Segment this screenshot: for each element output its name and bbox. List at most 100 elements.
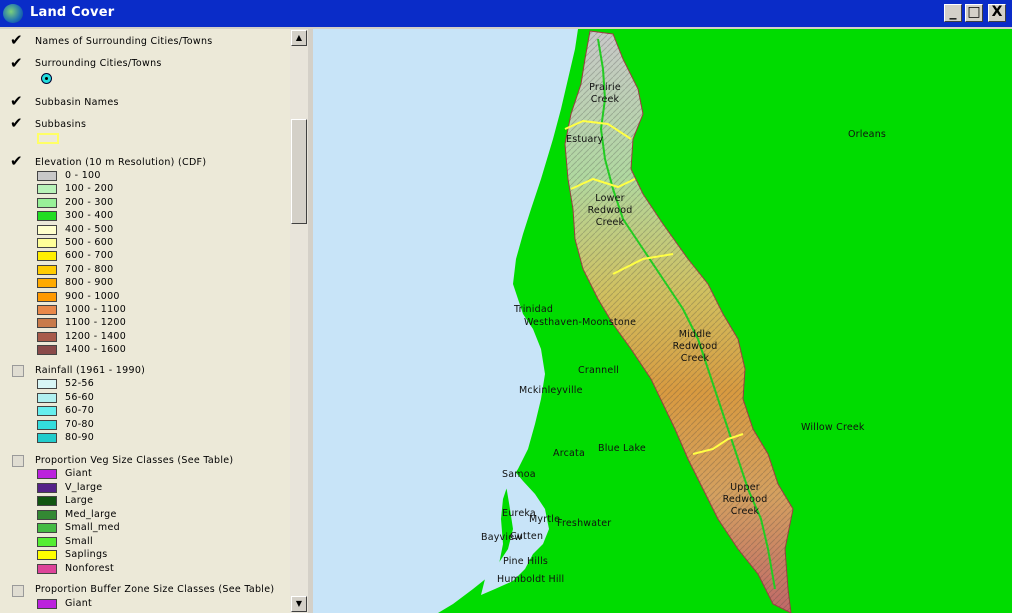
legend-label: 800 - 900 [65,277,114,289]
legend-swatch [37,264,57,275]
legend-swatch [37,318,57,329]
legend-label: 600 - 700 [65,250,114,262]
scroll-up-icon[interactable]: ▲ [291,30,307,46]
legend-swatch [37,251,57,262]
legend-label: V_large [65,481,103,493]
legend-swatch [37,331,57,342]
legend-swatch [37,291,57,302]
legend-swatch [37,392,57,403]
town-label-arcata: Arcata [553,448,585,459]
legend-swatch [37,197,57,208]
town-label-freshwater: Freshwater [557,518,612,529]
layer-label-rainfall: Rainfall (1961 - 1990) [35,365,146,376]
legend-swatch [37,305,57,315]
map-canvas [313,29,794,613]
legend-label: Nonforest [65,562,115,574]
legend-swatch [37,482,57,493]
town-label-bayview: Bayview [481,532,523,543]
town-label-myrtle: Myrtle [529,514,561,525]
legend-swatch [37,171,57,181]
legend-swatch [37,433,57,443]
town-label-crannell: Crannell [578,365,620,376]
subbasin-label-lower: Lower Redwood Creek [587,193,633,228]
legend-label: 80-90 [65,432,95,443]
legend-swatch [37,509,57,520]
legend-label: 700 - 800 [65,263,114,275]
town-symbol-icon [41,73,52,84]
legend-label: Small [65,535,93,547]
subbasin-label-middle: Middle Redwood Creek [672,329,718,364]
town-label-humboldt-hill: Humboldt Hill [497,574,565,585]
town-label-trinidad: Trinidad [514,304,554,315]
legend-swatch [37,278,57,289]
layer-checkbox-subbasin-names[interactable]: ✔ [10,94,24,109]
legend-label: 1100 - 1200 [65,317,127,329]
close-button[interactable]: X [988,4,1006,22]
layer-checkbox-subbasins[interactable]: ✔ [10,116,24,131]
legend-swatch [37,345,57,356]
legend-label: Small_med [65,522,120,533]
legend-label: 60-70 [65,405,95,416]
minimize-button[interactable]: _ [944,4,962,22]
legend-label: 100 - 200 [65,183,114,195]
legend-swatch [37,599,57,609]
town-label-blue-lake: Blue Lake [598,443,646,454]
legend-swatch [37,406,57,416]
legend-label: 1400 - 1600 [65,344,127,356]
toc-scrollbar[interactable]: ▲ ▼ [290,29,308,613]
layer-checkbox-buffer[interactable] [12,585,24,597]
legend-swatch [37,496,57,506]
layer-label-subbasins: Subbasins [35,119,87,130]
town-label-mckinleyville: Mckinleyville [519,385,583,396]
legend-label: 0 - 100 [65,170,101,181]
legend-label: 52-56 [65,378,95,389]
subbasin-symbol [37,133,59,144]
legend-label: 200 - 300 [65,196,114,208]
scroll-thumb[interactable] [291,119,307,224]
window-title: Land Cover [30,5,115,20]
layer-checkbox-veg[interactable] [12,455,24,467]
legend-label: Saplings [65,549,108,560]
layer-label-names-cities: Names of Surrounding Cities/Towns [35,36,213,47]
legend-swatch [37,469,57,479]
town-label-willow-creek: Willow Creek [801,422,865,433]
legend-swatch [37,238,57,248]
legend-swatch [37,550,57,560]
subbasin-label-prairie: Prairie Creek [589,82,621,105]
legend-swatch [37,379,57,389]
legend-label: 1200 - 1400 [65,330,127,342]
layer-checkbox-names-cities[interactable]: ✔ [10,33,24,48]
maximize-button[interactable]: □ [965,4,983,22]
scroll-down-icon[interactable]: ▼ [291,596,307,612]
layer-label-veg: Proportion Veg Size Classes (See Table) [35,455,234,466]
town-label-westhaven: Westhaven-Moonstone [524,317,637,328]
map-view[interactable]: Prairie Creek Estuary Lower Redwood Creek M… [313,29,1012,613]
legend-swatch [37,184,57,195]
layer-label-elevation: Elevation (10 m Resolution) (CDF) [35,157,207,168]
town-label-samoa: Samoa [502,469,536,480]
legend-swatch [37,211,57,222]
layer-label-cities: Surrounding Cities/Towns [35,58,162,69]
layer-label-buffer: Proportion Buffer Zone Size Classes (See… [35,584,275,595]
title-bar: Land Cover _ □ X [0,0,1012,27]
town-label-pine-hills: Pine Hills [503,556,549,567]
subbasin-label-upper: Upper Redwood Creek [722,482,768,517]
legend-label: 400 - 500 [65,223,114,235]
legend-label: Med_large [65,508,117,520]
legend-label: 70-80 [65,418,95,430]
legend-swatch [37,419,57,430]
legend-label: 900 - 1000 [65,290,120,302]
legend-label: Giant [65,468,93,479]
legend-label: 500 - 600 [65,237,114,248]
layer-checkbox-cities[interactable]: ✔ [10,56,24,71]
globe-icon [3,4,23,23]
layer-checkbox-elevation[interactable]: ✔ [10,154,24,169]
legend-swatch [37,563,57,574]
subbasin-label-estuary: Estuary [566,134,604,145]
legend-label: 1000 - 1100 [65,304,127,315]
legend-swatch [37,523,57,533]
legend-label: Giant [65,598,93,609]
layer-label-subbasin-names: Subbasin Names [35,97,119,108]
legend-swatch [37,536,57,547]
layer-checkbox-rainfall[interactable] [12,365,24,377]
